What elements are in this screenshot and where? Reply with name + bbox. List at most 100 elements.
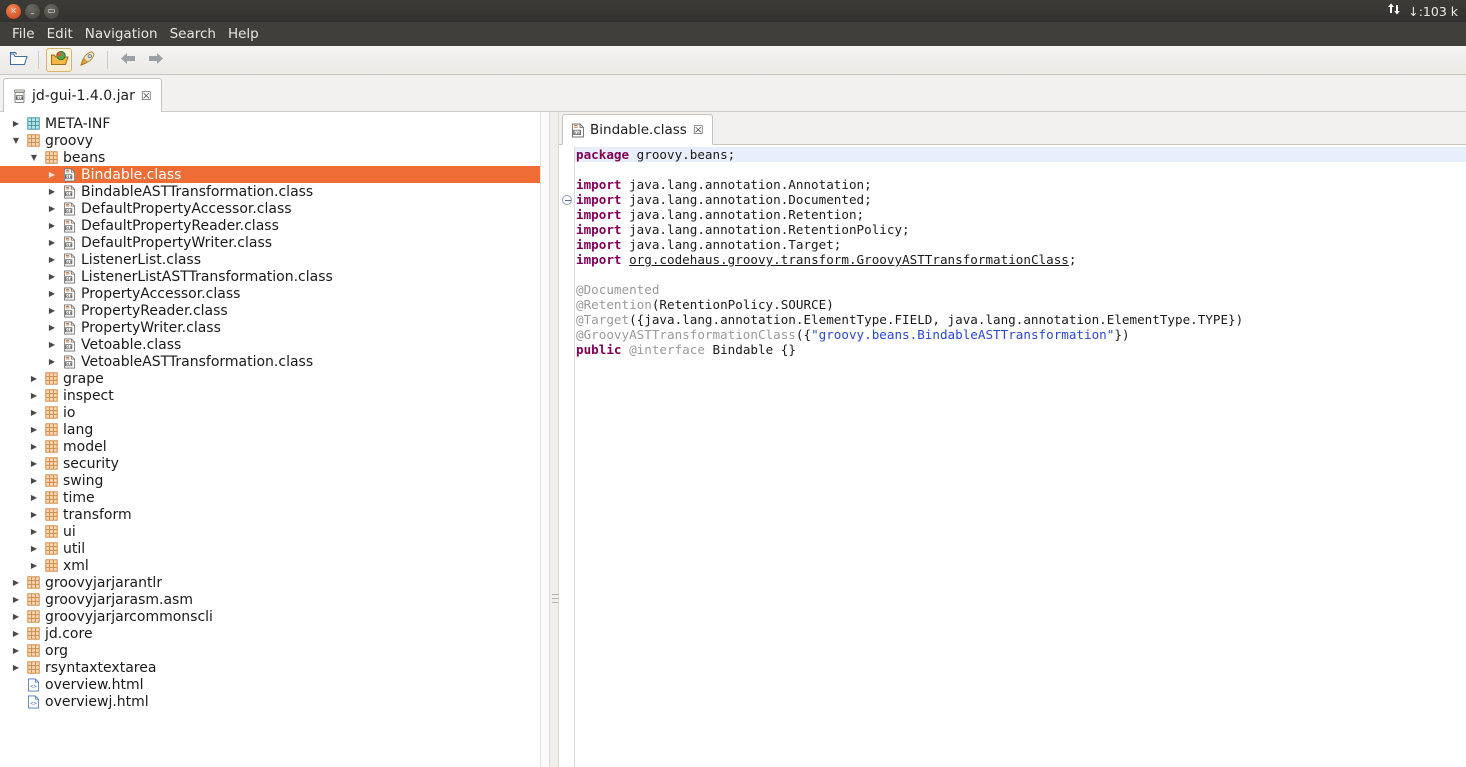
chevron-right-icon[interactable]: ▶ <box>26 459 42 468</box>
tab-jd-gui-jar[interactable]: 010 jd-gui-1.4.0.jar ☒ <box>3 78 162 112</box>
chevron-right-icon[interactable]: ▶ <box>26 374 42 383</box>
chevron-right-icon[interactable]: ▶ <box>26 476 42 485</box>
tree-row[interactable]: ▶ model <box>0 438 548 455</box>
chevron-right-icon[interactable]: ▶ <box>44 204 60 213</box>
tree-row[interactable]: ▶ META-INF <box>0 115 548 132</box>
chevron-right-icon[interactable]: ▶ <box>44 357 60 366</box>
chevron-down-icon[interactable]: ▼ <box>26 153 42 162</box>
tree-row[interactable]: ▶ security <box>0 455 548 472</box>
chevron-right-icon[interactable]: ▶ <box>44 272 60 281</box>
menu-edit[interactable]: Edit <box>41 24 79 44</box>
chevron-right-icon[interactable]: ▶ <box>8 646 24 655</box>
chevron-right-icon[interactable]: ▶ <box>44 289 60 298</box>
chevron-right-icon[interactable]: ▶ <box>26 561 42 570</box>
tree-row[interactable]: ▶ 010 BindableASTTransformation.class <box>0 183 548 200</box>
chevron-right-icon[interactable]: ▶ <box>8 612 24 621</box>
package-icon <box>42 389 60 402</box>
tree-row[interactable]: ▶ xml <box>0 557 548 574</box>
chevron-right-icon[interactable]: ▶ <box>26 425 42 434</box>
tab-bindable-class[interactable]: 010 Bindable.class ☒ <box>562 114 713 145</box>
chevron-right-icon[interactable]: ▶ <box>44 221 60 230</box>
tree-row[interactable]: ▶ groovyjarjarasm.asm <box>0 591 548 608</box>
chevron-right-icon[interactable]: ▶ <box>44 306 60 315</box>
tree-row[interactable]: ▶ groovyjarjarcommonscli <box>0 608 548 625</box>
forward-button[interactable] <box>143 48 169 72</box>
close-icon[interactable]: ☒ <box>693 123 704 137</box>
tree-row[interactable]: ▼ groovy <box>0 132 548 149</box>
tree-row[interactable]: ▶ 010 VetoableASTTransformation.class <box>0 353 548 370</box>
package-icon <box>42 474 60 487</box>
window-maximize-button[interactable]: ▭ <box>44 3 59 19</box>
chevron-right-icon[interactable]: ▶ <box>26 442 42 451</box>
open-file-button[interactable] <box>5 48 31 72</box>
tree-row[interactable]: <> overview.html <box>0 676 548 693</box>
class-icon: 010 <box>60 185 78 199</box>
collapse-icon[interactable] <box>562 195 572 205</box>
chevron-right-icon[interactable]: ▶ <box>26 510 42 519</box>
tree-row[interactable]: ▶ 010 ListenerListASTTransformation.class <box>0 268 548 285</box>
tree-row[interactable]: ▶ util <box>0 540 548 557</box>
tree-row[interactable]: ▶ 010 Bindable.class <box>0 166 548 183</box>
panel-splitter[interactable] <box>549 112 559 767</box>
tree-row[interactable]: ▶ transform <box>0 506 548 523</box>
chevron-right-icon[interactable]: ▶ <box>8 595 24 604</box>
chevron-right-icon[interactable]: ▶ <box>44 340 60 349</box>
chevron-right-icon[interactable]: ▶ <box>26 527 42 536</box>
menu-file[interactable]: File <box>6 24 41 44</box>
file-tree-panel[interactable]: ▶ META-INF ▼ groovy ▼ beans ▶ 010 Bindable.class… <box>0 112 549 767</box>
splitter-grip[interactable] <box>552 594 558 606</box>
menu-navigation[interactable]: Navigation <box>79 24 164 44</box>
tree-row[interactable]: ▶ groovyjarjarantlr <box>0 574 548 591</box>
tree-row[interactable]: ▶ ui <box>0 523 548 540</box>
tree-row[interactable]: ▶ io <box>0 404 548 421</box>
chevron-right-icon[interactable]: ▶ <box>8 629 24 638</box>
chevron-right-icon[interactable]: ▶ <box>44 170 60 179</box>
tree-row[interactable]: ▶ 010 PropertyAccessor.class <box>0 285 548 302</box>
tree-row[interactable]: ▶ 010 PropertyWriter.class <box>0 319 548 336</box>
tree-row[interactable]: ▶ time <box>0 489 548 506</box>
tree-row[interactable]: ▼ beans <box>0 149 548 166</box>
tree-row[interactable]: ▶ 010 DefaultPropertyWriter.class <box>0 234 548 251</box>
window-close-button[interactable]: × <box>6 3 21 19</box>
tree-row[interactable]: <> overviewj.html <box>0 693 548 710</box>
code-token: @Documented <box>576 282 660 297</box>
menu-help[interactable]: Help <box>222 24 265 44</box>
chevron-down-icon[interactable]: ▼ <box>8 136 24 145</box>
chevron-right-icon[interactable]: ▶ <box>44 238 60 247</box>
tree-vertical-scrollbar[interactable] <box>540 112 549 767</box>
class-icon: 010 <box>60 236 78 250</box>
code-view[interactable]: package groovy.beans; import java.lang.a… <box>559 146 1466 767</box>
tree-row[interactable]: ▶ 010 Vetoable.class <box>0 336 548 353</box>
window-minimize-button[interactable]: – <box>25 3 40 19</box>
tree-row[interactable]: ▶ rsyntaxtextarea <box>0 659 548 676</box>
open-recent-button[interactable] <box>46 48 72 72</box>
chevron-right-icon[interactable]: ▶ <box>26 391 42 400</box>
menu-search[interactable]: Search <box>164 24 222 44</box>
chevron-right-icon[interactable]: ▶ <box>44 255 60 264</box>
chevron-right-icon[interactable]: ▶ <box>8 663 24 672</box>
chevron-right-icon[interactable]: ▶ <box>44 323 60 332</box>
tree-row-label: PropertyReader.class <box>81 302 228 319</box>
tree-row-label: BindableASTTransformation.class <box>81 183 314 200</box>
chevron-right-icon[interactable]: ▶ <box>8 578 24 587</box>
chevron-right-icon[interactable]: ▶ <box>26 493 42 502</box>
tree-row[interactable]: ▶ 010 DefaultPropertyReader.class <box>0 217 548 234</box>
tree-row[interactable]: ▶ lang <box>0 421 548 438</box>
chevron-right-icon[interactable]: ▶ <box>44 187 60 196</box>
tree-row[interactable]: ▶ org <box>0 642 548 659</box>
back-button[interactable] <box>115 48 141 72</box>
tree-row[interactable]: ▶ grape <box>0 370 548 387</box>
close-icon[interactable]: ☒ <box>141 89 152 103</box>
chevron-right-icon[interactable]: ▶ <box>26 544 42 553</box>
network-updown-icon[interactable] <box>1386 2 1401 20</box>
menubar: File Edit Navigation Search Help <box>0 22 1466 46</box>
tree-row[interactable]: ▶ 010 ListenerList.class <box>0 251 548 268</box>
tree-row[interactable]: ▶ 010 PropertyReader.class <box>0 302 548 319</box>
quick-search-button[interactable] <box>74 48 100 72</box>
tree-row[interactable]: ▶ jd.core <box>0 625 548 642</box>
chevron-right-icon[interactable]: ▶ <box>26 408 42 417</box>
tree-row[interactable]: ▶ inspect <box>0 387 548 404</box>
tree-row[interactable]: ▶ swing <box>0 472 548 489</box>
chevron-right-icon[interactable]: ▶ <box>8 119 24 128</box>
tree-row[interactable]: ▶ 010 DefaultPropertyAccessor.class <box>0 200 548 217</box>
